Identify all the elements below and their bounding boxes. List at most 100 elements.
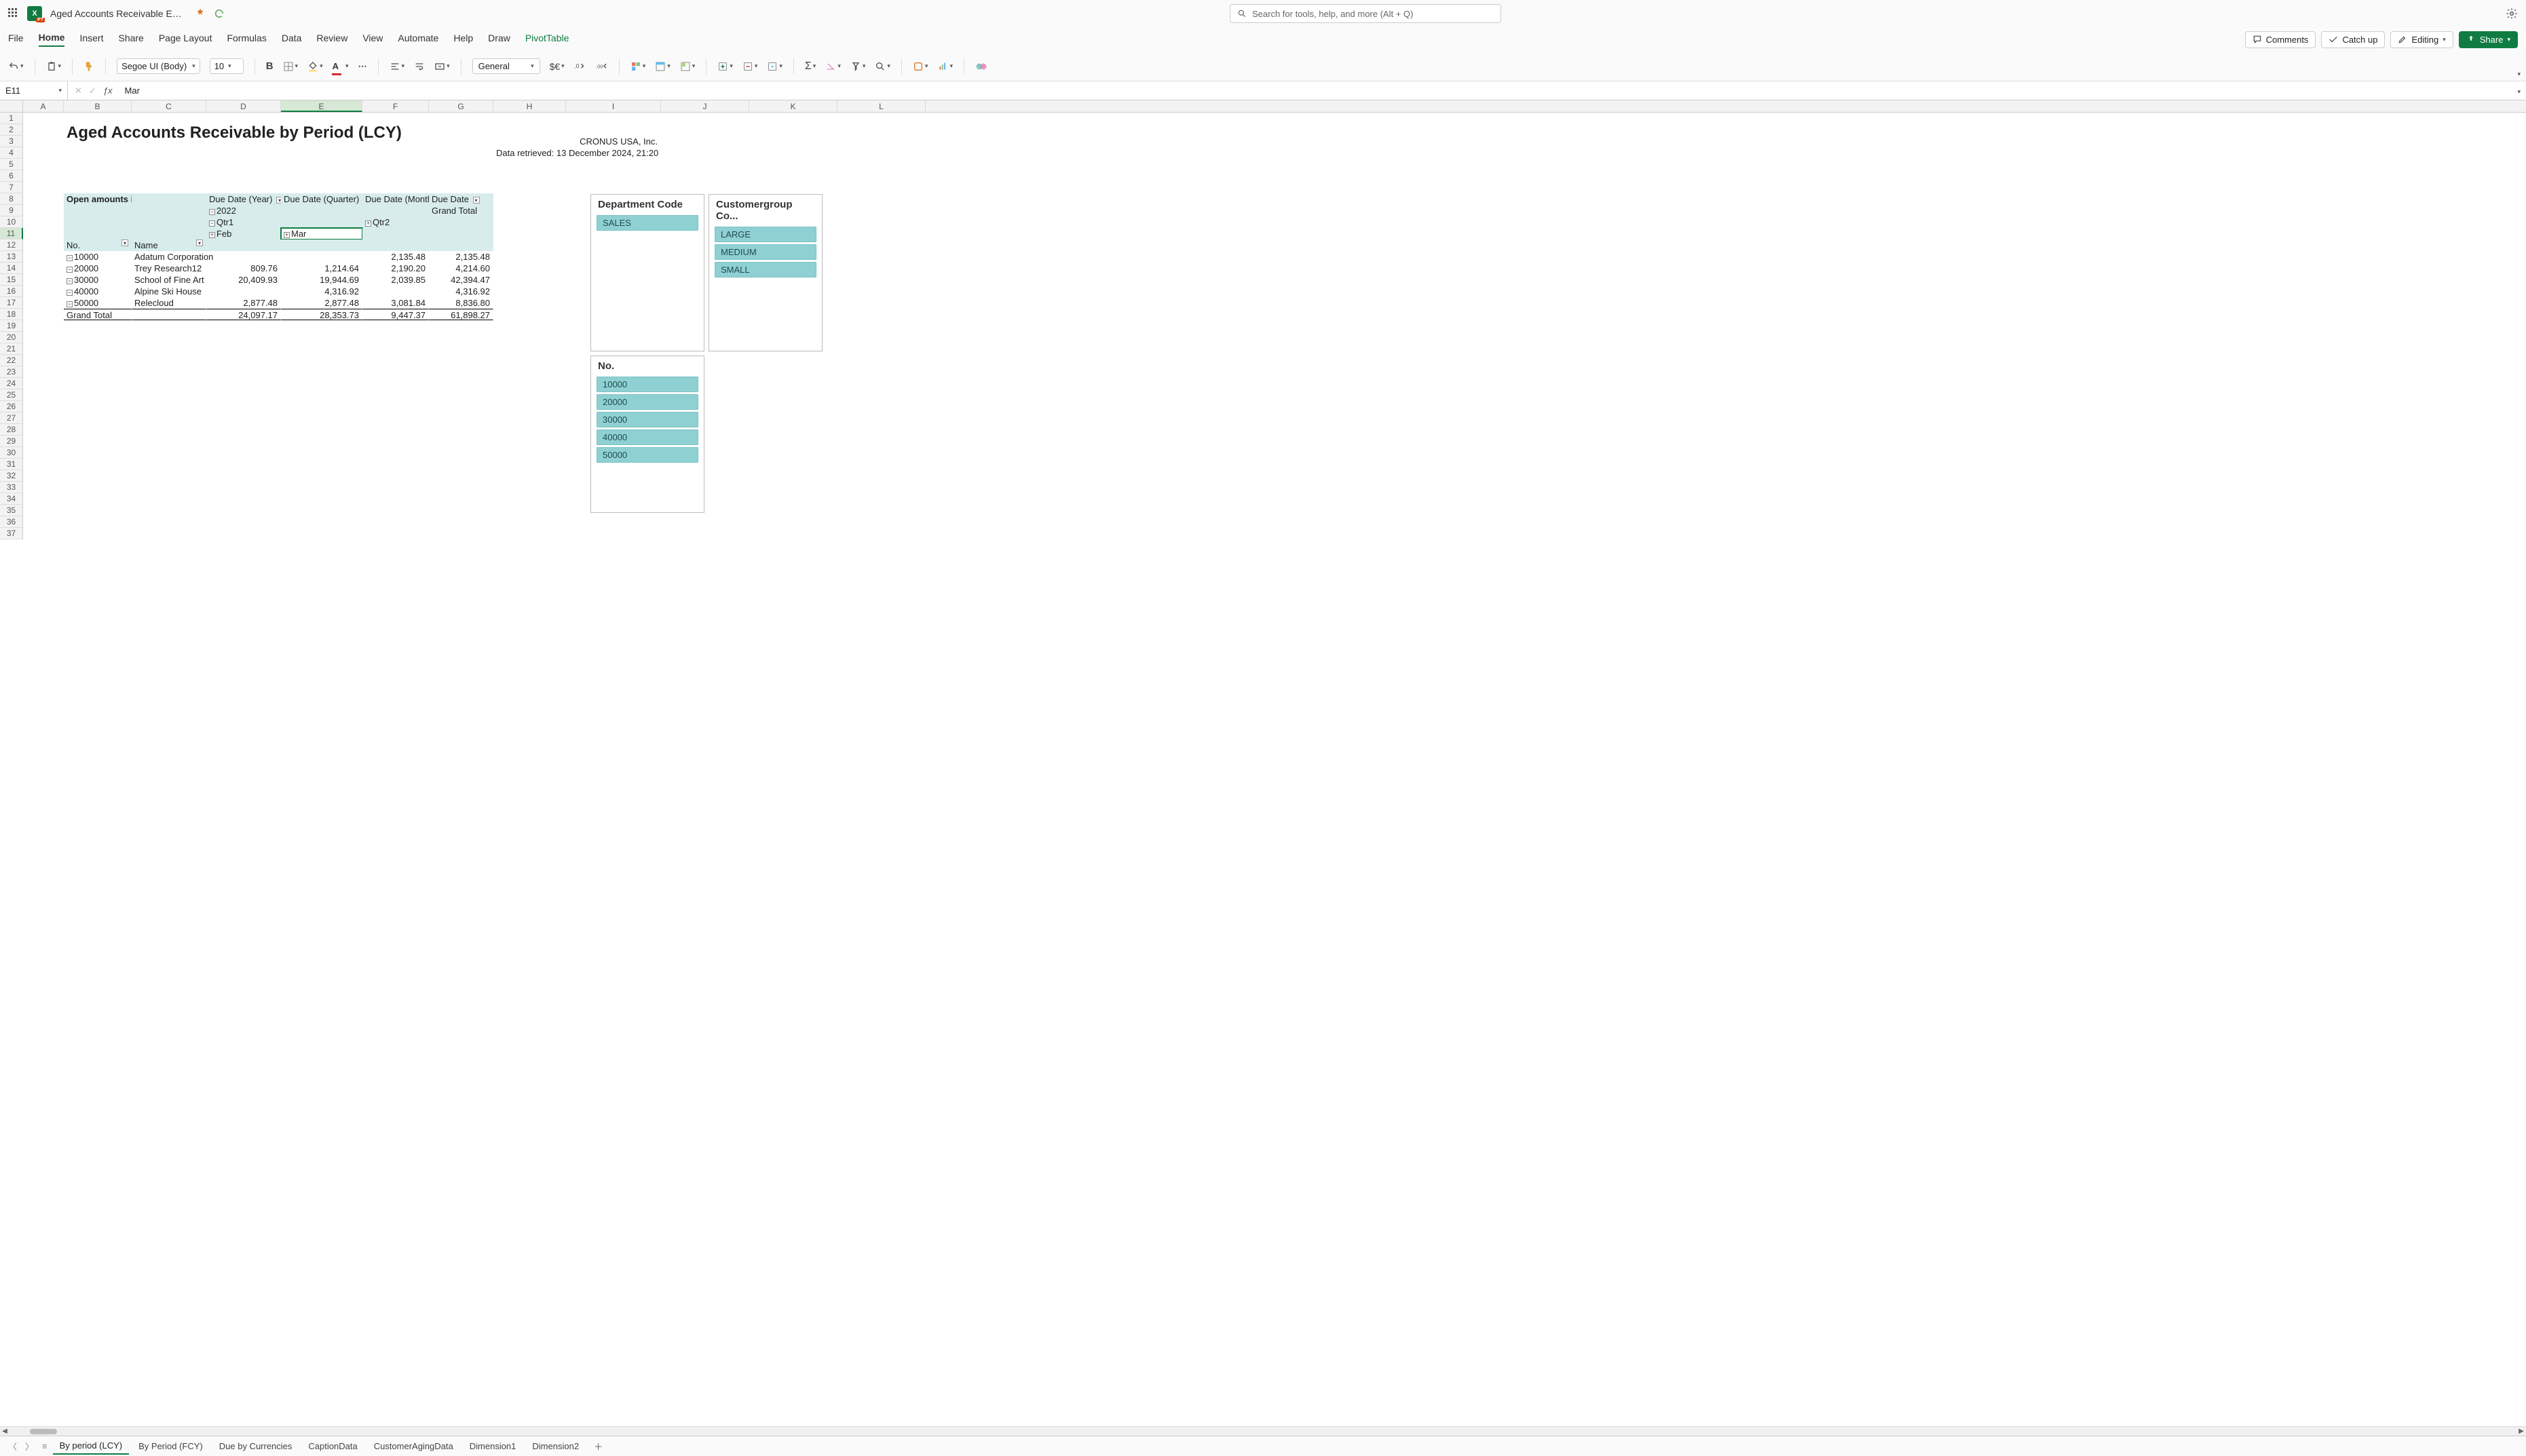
cell[interactable] — [429, 436, 493, 447]
cell[interactable] — [749, 470, 837, 482]
cell[interactable] — [837, 320, 926, 332]
cell[interactable] — [429, 159, 493, 170]
cell[interactable] — [429, 228, 493, 240]
cell[interactable] — [206, 343, 281, 355]
cell[interactable] — [493, 182, 566, 193]
cell[interactable] — [493, 136, 566, 147]
cell[interactable] — [64, 320, 132, 332]
row-header[interactable]: 19 — [0, 320, 23, 332]
comments-button[interactable]: Comments — [2245, 31, 2316, 48]
cell[interactable] — [429, 493, 493, 505]
cell[interactable] — [132, 355, 206, 366]
cell[interactable] — [206, 493, 281, 505]
cell[interactable] — [206, 528, 281, 539]
cell[interactable] — [362, 424, 429, 436]
cell[interactable] — [749, 447, 837, 459]
row-header[interactable]: 29 — [0, 436, 23, 447]
cell[interactable] — [493, 505, 566, 516]
cell[interactable] — [362, 113, 429, 124]
cell[interactable] — [206, 378, 281, 389]
cell[interactable] — [837, 482, 926, 493]
row-header[interactable]: 13 — [0, 251, 23, 263]
cell[interactable] — [362, 355, 429, 366]
row-header[interactable]: 23 — [0, 366, 23, 378]
cell[interactable] — [429, 240, 493, 251]
col-header[interactable]: I — [566, 100, 661, 112]
cell[interactable] — [281, 413, 362, 424]
cell[interactable]: 2,135.48 — [429, 251, 493, 263]
cell[interactable] — [132, 516, 206, 528]
tab-draw[interactable]: Draw — [488, 33, 510, 46]
cell[interactable] — [493, 355, 566, 366]
find-button[interactable]: ▾ — [875, 61, 890, 72]
grand-total-value[interactable]: 9,447.37 — [362, 309, 429, 320]
cell[interactable] — [493, 401, 566, 413]
cell[interactable] — [429, 424, 493, 436]
tab-pivottable[interactable]: PivotTable — [525, 33, 569, 46]
cell[interactable] — [362, 516, 429, 528]
scroll-left-icon[interactable]: ◀ — [0, 1428, 10, 1435]
row-header[interactable]: 21 — [0, 343, 23, 355]
accept-formula-icon[interactable]: ✓ — [89, 85, 96, 96]
cell[interactable] — [429, 447, 493, 459]
cell[interactable]: 2,039.85 — [362, 274, 429, 286]
row-header[interactable]: 25 — [0, 389, 23, 401]
cell[interactable] — [132, 493, 206, 505]
cell[interactable] — [23, 297, 64, 309]
cell[interactable] — [281, 436, 362, 447]
slicer-customergroup[interactable]: Customergroup Co... LARGE MEDIUM SMALL — [709, 194, 823, 351]
row-header[interactable]: 16 — [0, 286, 23, 297]
cell[interactable] — [132, 320, 206, 332]
tab-page-layout[interactable]: Page Layout — [159, 33, 212, 46]
cell[interactable] — [132, 309, 206, 320]
cell[interactable] — [749, 528, 837, 539]
cell[interactable] — [362, 482, 429, 493]
cell[interactable] — [362, 205, 429, 216]
cell[interactable] — [64, 528, 132, 539]
cell[interactable] — [23, 286, 64, 297]
cell[interactable] — [493, 366, 566, 378]
cell[interactable] — [64, 447, 132, 459]
pivot-row-no[interactable]: −50000 — [64, 297, 132, 309]
cell[interactable] — [132, 505, 206, 516]
pivot-qtr1[interactable]: −Qtr1 — [206, 216, 281, 228]
cell[interactable] — [132, 366, 206, 378]
tab-help[interactable]: Help — [453, 33, 473, 46]
cell[interactable] — [206, 286, 281, 297]
cell[interactable] — [837, 436, 926, 447]
cell[interactable]: 1,214.64 — [281, 263, 362, 274]
cell[interactable] — [132, 205, 206, 216]
cell[interactable] — [566, 113, 661, 124]
cell[interactable] — [429, 147, 493, 159]
col-header[interactable]: B — [64, 100, 132, 112]
cell[interactable] — [493, 343, 566, 355]
cell[interactable] — [362, 332, 429, 343]
cell[interactable] — [132, 459, 206, 470]
cell[interactable] — [749, 355, 837, 366]
pivot-field-label[interactable]: Open amounts in LCY — [64, 193, 132, 205]
cell[interactable] — [362, 528, 429, 539]
cell[interactable] — [206, 482, 281, 493]
cell[interactable] — [64, 389, 132, 401]
cell[interactable] — [23, 274, 64, 286]
cell[interactable] — [837, 528, 926, 539]
cell[interactable] — [206, 251, 281, 263]
cell[interactable] — [281, 320, 362, 332]
cell[interactable] — [132, 401, 206, 413]
cell[interactable] — [64, 366, 132, 378]
cell[interactable] — [837, 401, 926, 413]
col-header[interactable]: H — [493, 100, 566, 112]
cell[interactable] — [281, 482, 362, 493]
spreadsheet-grid[interactable]: A B C D E F G H I J K L 12Aged Accounts … — [0, 100, 2526, 1426]
cell-styles-button[interactable]: ▾ — [680, 61, 696, 72]
cell[interactable] — [206, 332, 281, 343]
cell[interactable] — [132, 113, 206, 124]
cell[interactable] — [281, 332, 362, 343]
row-header[interactable]: 31 — [0, 459, 23, 470]
pivot-row-name[interactable]: Relecloud — [132, 297, 206, 309]
cell[interactable] — [281, 240, 362, 251]
bold-button[interactable]: B — [266, 60, 274, 72]
cell[interactable] — [206, 470, 281, 482]
cell[interactable] — [362, 389, 429, 401]
row-header[interactable]: 20 — [0, 332, 23, 343]
